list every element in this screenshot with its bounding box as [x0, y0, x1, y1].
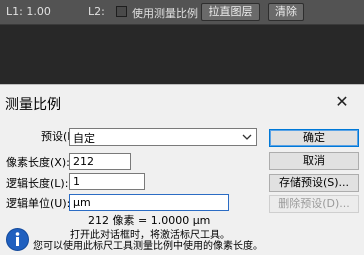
info-text-line2: 您可以使用此标尺工具测量比例中使用的像素长度。: [33, 241, 263, 252]
close-icon[interactable]: ✕: [330, 91, 354, 113]
info-icon: [6, 228, 29, 251]
logical-length-label: 逻辑长度(L):: [6, 177, 69, 190]
options-bar: L1: 1.00 L2: 使用测量比例 拉直图层 清除: [0, 0, 364, 24]
use-measure-scale-label[interactable]: 使用测量比例: [132, 5, 198, 21]
pixel-length-input[interactable]: 212: [69, 153, 131, 170]
l2-readout: L2:: [88, 5, 105, 18]
cancel-button[interactable]: 取消: [269, 152, 359, 170]
delete-preset-button[interactable]: 删除预设(D)...: [269, 195, 359, 213]
options-bar-divider: [0, 24, 364, 25]
l1-readout: L1: 1.00: [6, 5, 51, 18]
preset-value: 自定: [73, 132, 95, 145]
pixel-length-label: 像素长度(X):: [6, 156, 70, 169]
logical-length-input[interactable]: 1: [69, 173, 145, 190]
measurement-scale-dialog: 测量比例 ✕ 预设(P): 自定 像素长度(X): 212 逻辑长度(L): 1…: [0, 84, 364, 255]
logical-unit-label: 逻辑单位(U):: [6, 197, 71, 210]
logical-unit-input[interactable]: μm: [69, 194, 229, 211]
document-area: [0, 24, 364, 84]
straighten-layer-button[interactable]: 拉直图层: [201, 3, 260, 21]
preset-select[interactable]: 自定: [69, 128, 257, 146]
save-preset-button[interactable]: 存储预设(S)...: [269, 174, 359, 192]
chevron-down-icon: [242, 134, 252, 140]
ok-button[interactable]: 确定: [269, 129, 359, 147]
clear-button[interactable]: 清除: [268, 3, 304, 21]
use-measure-scale-checkbox[interactable]: [116, 6, 127, 17]
dialog-title: 测量比例: [5, 97, 61, 113]
